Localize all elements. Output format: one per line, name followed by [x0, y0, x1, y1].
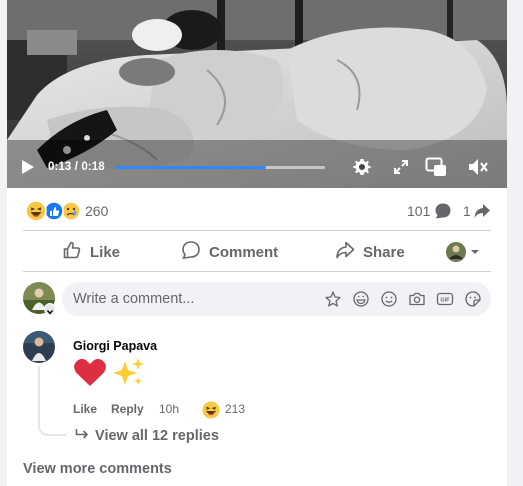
- share-arrow-icon: [473, 202, 491, 225]
- share-label: Share: [363, 243, 405, 261]
- share-icon: [335, 240, 355, 265]
- playback-time: 0:13 / 0:18: [48, 161, 105, 173]
- comment-text: ❤️✨: [73, 356, 76, 357]
- like-label: Like: [90, 243, 121, 261]
- gif-icon[interactable]: GIF: [436, 290, 454, 313]
- divider: [23, 271, 491, 272]
- comment-label: Comment: [209, 243, 279, 261]
- mute-icon[interactable]: [467, 157, 489, 182]
- view-replies-link[interactable]: View all 12 replies: [75, 428, 219, 444]
- comment-bubble-icon: [434, 202, 452, 225]
- gear-icon[interactable]: [352, 157, 372, 182]
- comment-timestamp[interactable]: 10h: [159, 402, 179, 416]
- sad-reaction-icon: [61, 201, 81, 221]
- duration: 0:18: [81, 161, 105, 173]
- fullscreen-icon[interactable]: [393, 159, 409, 180]
- video-player[interactable]: 0:13 / 0:18: [7, 0, 507, 188]
- thumbs-up-icon: [62, 240, 82, 265]
- play-icon[interactable]: [21, 159, 35, 180]
- svg-text:GIF: GIF: [440, 298, 450, 304]
- emoji-icon[interactable]: [380, 290, 398, 313]
- audience-selector[interactable]: [445, 241, 485, 263]
- sticker-face-icon[interactable]: [464, 290, 482, 313]
- comment-input-placeholder: Write a comment...: [73, 291, 195, 307]
- current-time: 0:13: [48, 161, 72, 173]
- post-actions: Like Comment Share: [7, 234, 507, 270]
- progress-fill: [115, 166, 267, 169]
- view-replies-label: View all 12 replies: [95, 428, 219, 444]
- sticker-icon[interactable]: [352, 290, 370, 313]
- like-button[interactable]: Like: [62, 234, 120, 270]
- reply-arrow-icon: [75, 428, 91, 444]
- reply-thread-line: [38, 366, 66, 436]
- reaction-icons[interactable]: [23, 199, 83, 223]
- comment-button[interactable]: Comment: [181, 234, 278, 270]
- comment-body: ❤️✨: [73, 356, 153, 390]
- time-separator: /: [71, 161, 82, 173]
- divider: [23, 230, 491, 231]
- comment-reply-button[interactable]: Reply: [111, 402, 144, 416]
- account-switch-badge[interactable]: [44, 303, 56, 315]
- haha-reaction-icon: [25, 200, 47, 222]
- haha-reaction-icon[interactable]: [201, 400, 221, 423]
- picture-in-picture-icon[interactable]: [425, 157, 447, 182]
- post-card: 0:13 / 0:18 260 101 1 Like Comment Share…: [7, 0, 507, 486]
- chevron-down-icon: [471, 250, 479, 254]
- reactions-summary: 260 101 1: [7, 196, 507, 226]
- reaction-count[interactable]: 260: [85, 203, 108, 219]
- view-more-comments-link[interactable]: View more comments: [23, 461, 172, 477]
- comments-count[interactable]: 101: [407, 203, 430, 219]
- comment-like-button[interactable]: Like: [73, 402, 97, 416]
- camera-icon[interactable]: [408, 290, 426, 313]
- comment-icon: [181, 240, 201, 265]
- heart-emoji: [74, 358, 106, 386]
- like-reaction-icon: [44, 201, 64, 221]
- comment-author-avatar[interactable]: [23, 331, 55, 363]
- video-controls: 0:13 / 0:18: [7, 150, 507, 188]
- comment-input[interactable]: Write a comment... GIF: [62, 282, 491, 316]
- comment-author-name[interactable]: Giorgi Papava: [73, 339, 157, 353]
- shares-count[interactable]: 1: [463, 203, 471, 219]
- share-button[interactable]: Share: [335, 234, 405, 270]
- avatar-sticker-icon[interactable]: [324, 290, 342, 313]
- sparkles-emoji: [113, 358, 144, 385]
- progress-bar[interactable]: [115, 166, 325, 169]
- comment-reaction-count[interactable]: 213: [225, 402, 245, 416]
